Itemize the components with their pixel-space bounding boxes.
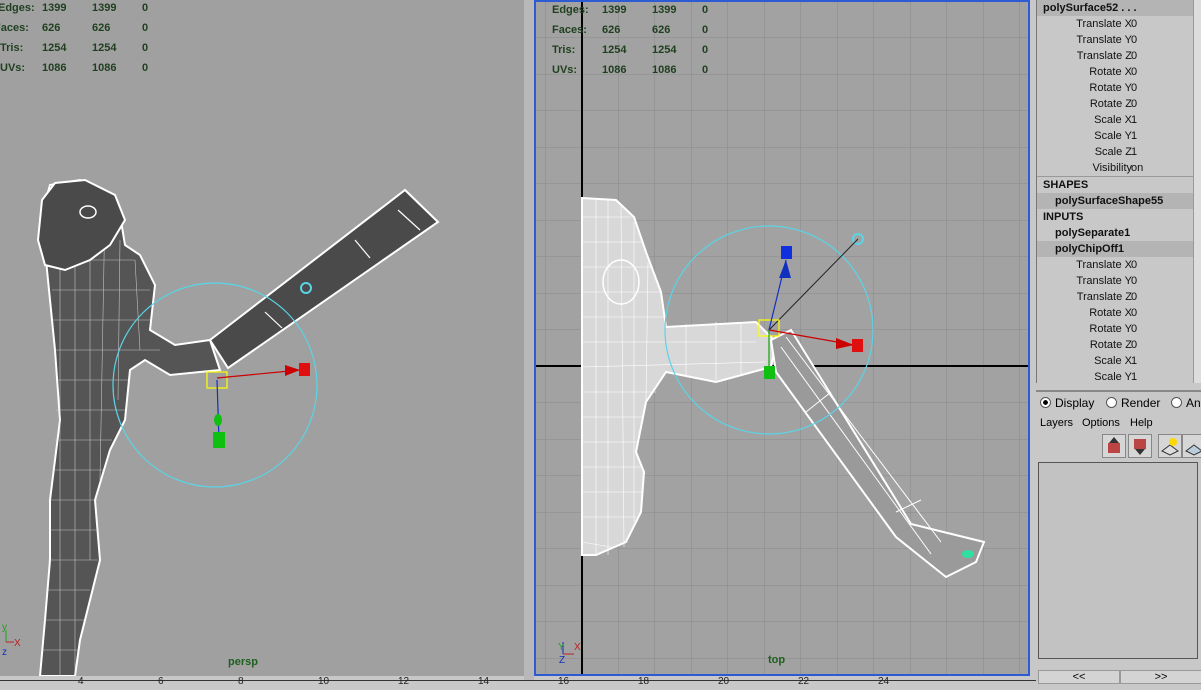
ruler-tick: 18 — [638, 676, 650, 687]
attr-row[interactable]: Rotate X0 — [1037, 305, 1201, 321]
top-viewport[interactable]: Y X Z Edges: 1399 1399 0 Faces: 626 626 0 Tris… — [534, 0, 1030, 676]
inputs-header: INPUTS — [1043, 211, 1084, 223]
attr-row[interactable]: Translate Z0 — [1037, 48, 1201, 64]
attr-row[interactable]: Scale X1 — [1037, 353, 1201, 369]
ruler-tick: 8 — [238, 676, 244, 687]
object-name[interactable]: polySurface52 . . . — [1037, 0, 1201, 16]
attr-row[interactable]: Rotate Y0 — [1037, 80, 1201, 96]
attr-row[interactable]: Translate Y0 — [1037, 32, 1201, 48]
radio-selected-icon — [1040, 397, 1051, 408]
layer-list[interactable] — [1038, 462, 1198, 659]
prev-page-button[interactable]: << — [1038, 670, 1120, 684]
svg-text:X: X — [574, 642, 581, 653]
viewport-divider[interactable] — [524, 0, 534, 688]
svg-text:Y: Y — [558, 642, 565, 653]
ruler-tick: 24 — [878, 676, 890, 687]
svg-text:z: z — [2, 647, 7, 658]
shape-node[interactable]: polySurfaceShape55 — [1037, 193, 1201, 209]
channel-box-scrollbar[interactable] — [1193, 0, 1201, 383]
shapes-header: SHAPES — [1037, 176, 1201, 193]
new-layer-selected-icon[interactable] — [1182, 434, 1201, 458]
attr-row[interactable]: Rotate Y0 — [1037, 321, 1201, 337]
attr-row[interactable]: Scale Z1 — [1037, 144, 1201, 160]
new-layer-icon[interactable] — [1158, 434, 1182, 458]
next-page-button[interactable]: >> — [1120, 670, 1201, 684]
attr-row[interactable]: Translate Z0 — [1037, 289, 1201, 305]
attr-row[interactable]: Translate X0 — [1037, 257, 1201, 273]
render-radio[interactable]: Render — [1106, 392, 1160, 414]
options-menu[interactable]: Options — [1082, 414, 1120, 432]
attr-row[interactable]: Rotate Z0 — [1037, 96, 1201, 112]
anim-radio[interactable]: An — [1171, 392, 1201, 414]
radio-icon — [1171, 397, 1182, 408]
input-node[interactable]: polySeparate1 — [1037, 225, 1201, 241]
ruler-tick: 12 — [398, 676, 410, 687]
perspective-viewport[interactable]: Edges:139913990 Faces:6266260 Tris:12541… — [0, 0, 524, 676]
x-axis-handle-icon — [299, 363, 310, 376]
attr-row[interactable]: Translate Y0 — [1037, 273, 1201, 289]
x-axis-handle-icon — [852, 339, 863, 352]
y-axis-handle-icon — [213, 432, 225, 448]
ruler-tick: 6 — [158, 676, 164, 687]
time-slider[interactable]: 4 6 8 10 12 14 16 18 20 22 24 — [0, 676, 1036, 688]
ruler-tick: 16 — [558, 676, 570, 687]
channel-box: polySurface52 . . . Translate X0 Transla… — [1036, 0, 1201, 383]
attr-row[interactable]: Visibility on — [1037, 160, 1201, 176]
ruler-tick: 10 — [318, 676, 330, 687]
display-radio[interactable]: Display — [1040, 392, 1094, 414]
help-menu[interactable]: Help — [1130, 414, 1153, 432]
svg-text:X: X — [14, 638, 21, 649]
z-axis-handle-icon — [781, 246, 792, 259]
attr-row[interactable]: Rotate Z0 — [1037, 337, 1201, 353]
persp-scene[interactable]: y X z — [0, 0, 524, 676]
layer-editor: Display Render An Layers Options Help <<… — [1036, 390, 1201, 690]
arm-mesh — [208, 188, 440, 370]
ruler-tick: 14 — [478, 676, 490, 687]
svg-text:y: y — [2, 622, 7, 633]
ruler-tick: 20 — [718, 676, 730, 687]
attr-row[interactable]: Scale Y1 — [1037, 128, 1201, 144]
layers-menu[interactable]: Layers — [1040, 414, 1073, 432]
camera-label: persp — [228, 656, 258, 668]
attr-row[interactable]: Scale Y1 — [1037, 369, 1201, 385]
y-axis-handle-icon — [764, 366, 775, 379]
view-axis-icon: y X z — [2, 622, 21, 658]
input-node[interactable]: polyChipOff1 — [1037, 241, 1201, 257]
svg-text:Z: Z — [559, 655, 565, 666]
ruler-tick: 22 — [798, 676, 810, 687]
attr-row[interactable]: Translate X0 — [1037, 16, 1201, 32]
attr-row[interactable]: Scale X1 — [1037, 112, 1201, 128]
attr-row[interactable]: Rotate X0 — [1037, 64, 1201, 80]
move-layer-down-icon[interactable] — [1128, 434, 1152, 458]
ruler-tick: 4 — [78, 676, 84, 687]
radio-icon — [1106, 397, 1117, 408]
top-scene[interactable]: Y X Z — [536, 2, 1028, 674]
camera-label: top — [768, 654, 786, 666]
move-layer-up-icon[interactable] — [1102, 434, 1126, 458]
